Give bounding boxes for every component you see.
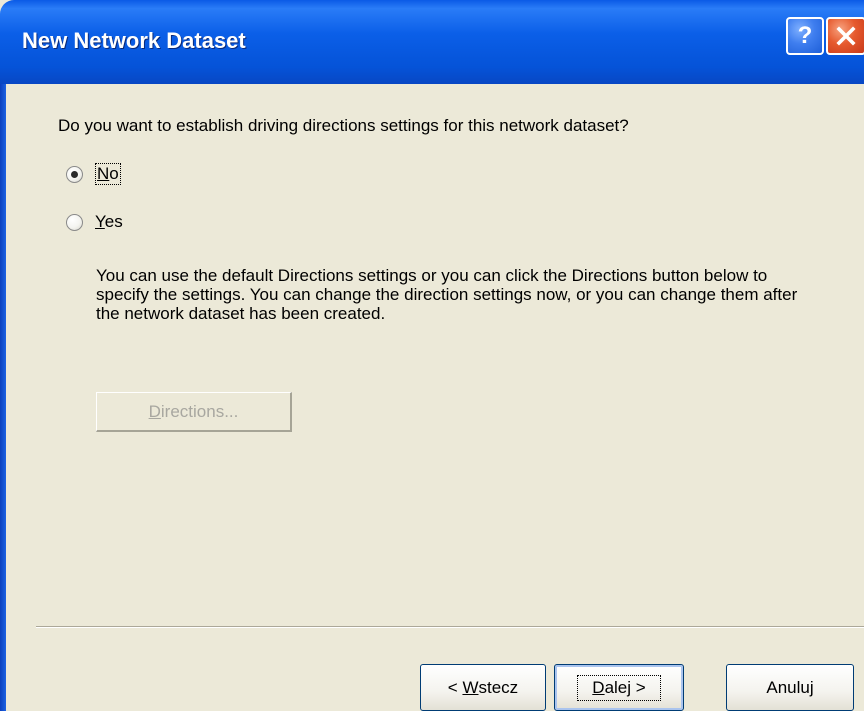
access-key-n: N <box>97 164 110 183</box>
radio-label-yes[interactable]: Yes <box>95 212 123 232</box>
cancel-button[interactable]: Anuluj <box>726 664 854 711</box>
directions-button[interactable]: Directions... <box>96 392 292 432</box>
access-key-d-next: D <box>592 677 605 697</box>
question-text: Do you want to establish driving directi… <box>58 116 629 135</box>
footer-separator <box>36 626 864 628</box>
new-network-dataset-dialog: New Network Dataset ? Do you want to est… <box>0 0 864 711</box>
back-button-prefix: < <box>447 677 463 697</box>
next-button[interactable]: Dalej > <box>554 664 684 711</box>
access-key-w: W <box>462 677 479 697</box>
window-title: New Network Dataset <box>22 28 246 53</box>
radio-yes[interactable] <box>66 213 83 231</box>
radio-option-yes[interactable]: Yes <box>66 210 123 234</box>
back-button-label: stecz <box>478 677 519 697</box>
next-button-label: alej > <box>604 677 646 697</box>
directions-button-label: irections... <box>160 401 239 421</box>
radio-label-yes-rest: es <box>104 212 123 231</box>
help-icon: ? <box>797 22 813 49</box>
focus-rect: Dalej > <box>577 674 661 701</box>
title-bar[interactable]: New Network Dataset ? <box>0 0 864 84</box>
window-border <box>0 84 6 711</box>
help-button[interactable]: ? <box>786 17 824 55</box>
access-key-y: Y <box>95 212 105 231</box>
cancel-button-label: Anuluj <box>766 677 814 697</box>
back-button[interactable]: < Wstecz <box>420 664 546 711</box>
info-text: You can use the default Directions setti… <box>96 266 798 323</box>
access-key-d: D <box>148 401 161 421</box>
radio-option-no[interactable]: No <box>66 162 121 186</box>
radio-selected-dot <box>71 170 78 178</box>
radio-no[interactable] <box>66 165 83 183</box>
radio-label-no[interactable]: No <box>95 163 121 185</box>
close-button[interactable] <box>826 17 864 55</box>
close-icon <box>836 26 856 46</box>
radio-label-no-rest: o <box>109 164 119 183</box>
